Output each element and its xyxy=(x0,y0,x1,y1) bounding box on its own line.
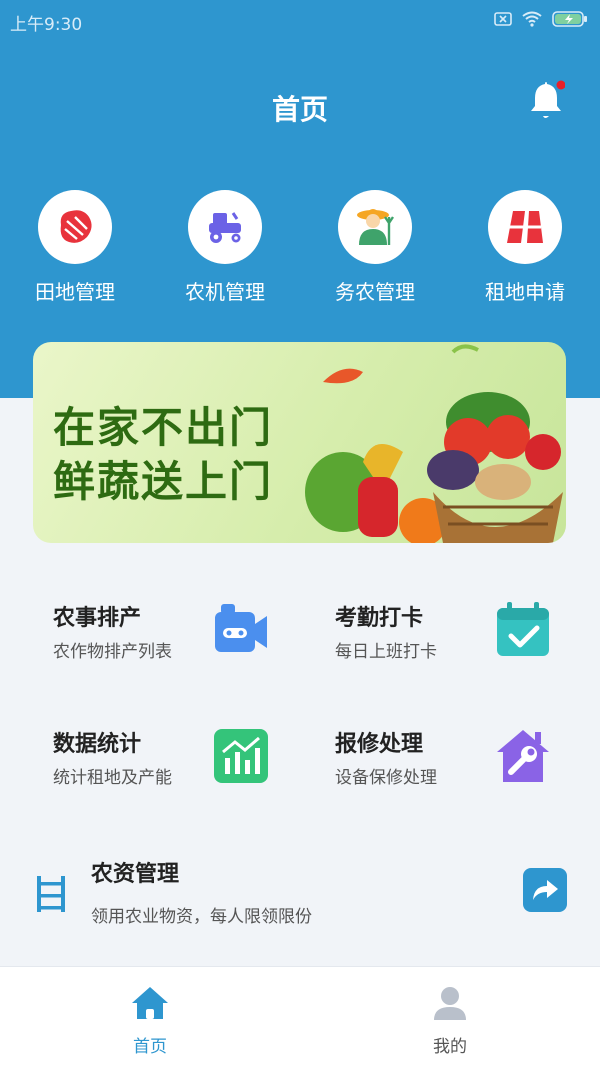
tab-mine[interactable]: 我的 xyxy=(390,985,510,1057)
quick-link-label: 农机管理 xyxy=(185,280,265,304)
quick-link-icon-wrap xyxy=(338,190,412,264)
battery-icon xyxy=(552,11,587,27)
tab-mine-label: 我的 xyxy=(433,1037,467,1057)
card-statistics[interactable]: 数据统计 统计租地及产能 xyxy=(33,706,313,816)
quick-link-label: 租地申请 xyxy=(485,280,565,304)
quick-link-icon-wrap xyxy=(188,190,262,264)
tab-home[interactable]: 首页 xyxy=(90,985,210,1057)
lease-icon xyxy=(507,211,543,243)
status-time: 上午9:30 xyxy=(10,15,83,35)
quick-link-icon-wrap xyxy=(38,190,112,264)
card-title: 考勤打卡 xyxy=(335,606,424,631)
banner-line-2: 鲜蔬送上门 xyxy=(53,457,274,506)
shelf-icon xyxy=(37,876,65,912)
camera-icon xyxy=(215,604,267,652)
quick-link-lease[interactable]: 租地申请 xyxy=(450,190,600,305)
card-attendance[interactable]: 考勤打卡 每日上班打卡 xyxy=(315,580,595,690)
quick-link-label: 务农管理 xyxy=(335,280,415,304)
farmer-icon xyxy=(357,209,394,245)
quick-link-machinery[interactable]: 农机管理 xyxy=(150,190,300,305)
tractor-icon xyxy=(209,212,241,243)
quick-link-label: 田地管理 xyxy=(35,280,115,304)
user-icon xyxy=(434,987,466,1020)
wrench-house-icon xyxy=(497,730,549,782)
card-subtitle: 每日上班打卡 xyxy=(335,642,437,662)
home-icon xyxy=(132,987,168,1019)
supplies-subtitle: 领用农业物资，每人限领限份 xyxy=(91,907,312,927)
card-subtitle: 农作物排产列表 xyxy=(53,642,172,662)
status-icons xyxy=(494,10,588,28)
field-icon xyxy=(60,210,92,243)
banner-line-1: 在家不出门 xyxy=(53,403,274,452)
sim-icon xyxy=(494,12,512,26)
quick-link-farming[interactable]: 务农管理 xyxy=(300,190,450,305)
card-title: 数据统计 xyxy=(53,732,142,757)
bell-icon xyxy=(531,80,566,118)
tab-home-label: 首页 xyxy=(133,1037,167,1057)
card-subtitle: 统计租地及产能 xyxy=(53,768,172,788)
quick-link-icon-wrap xyxy=(488,190,562,264)
card-farm-schedule[interactable]: 农事排产 农作物排产列表 xyxy=(33,580,313,690)
share-arrow-icon xyxy=(533,880,558,900)
quick-link-field[interactable]: 田地管理 xyxy=(0,190,150,305)
promo-banner[interactable]: 在家不出门 鲜蔬送上门 xyxy=(33,342,566,543)
status-bar: 上午9:30 xyxy=(0,0,600,40)
page-title: 首页 xyxy=(271,93,328,126)
chart-icon xyxy=(214,729,268,783)
header-area: 上午9:30 首页 田地管理 农机管理 务农管理 租地申请 xyxy=(0,0,600,398)
wifi-icon xyxy=(522,11,542,27)
card-repair[interactable]: 报修处理 设备保修处理 xyxy=(315,706,595,816)
card-title: 报修处理 xyxy=(335,732,424,757)
supplies-go-button[interactable] xyxy=(523,868,567,912)
card-subtitle: 设备保修处理 xyxy=(335,768,437,788)
vegetable-basket-illustration xyxy=(305,344,563,543)
calendar-check-icon xyxy=(497,602,549,656)
notification-button[interactable] xyxy=(527,80,566,120)
supplies-row[interactable]: 农资管理 领用农业物资，每人限领限份 xyxy=(20,830,580,940)
card-title: 农事排产 xyxy=(53,606,142,631)
bottom-tab-bar: 首页 我的 xyxy=(0,966,600,1067)
supplies-title: 农资管理 xyxy=(91,862,180,887)
